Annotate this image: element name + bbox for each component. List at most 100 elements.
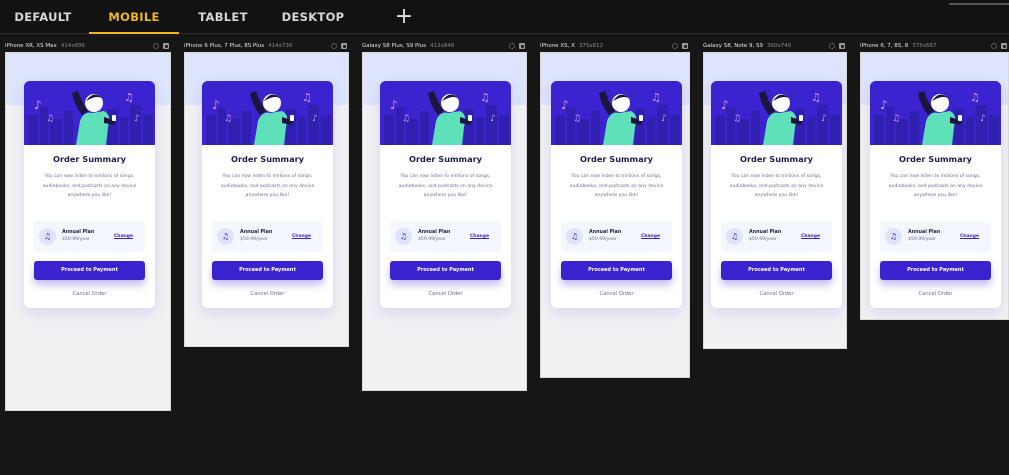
device-screen: ♪ ♫ ♫ ♪ Order Summary You can now listen… [184, 52, 349, 347]
order-summary-card: ♪ ♫ ♫ ♪ Order Summary You can now listen… [202, 81, 333, 308]
camera-icon[interactable] [341, 43, 347, 49]
device-size: 412x846 [430, 43, 455, 49]
proceed-to-payment-button[interactable]: Proceed to Payment [721, 261, 832, 280]
order-summary-card: ♪ ♫ ♫ ♪ Order Summary You can now listen… [551, 81, 682, 308]
plan-price: $59.99/year [62, 237, 90, 242]
camera-icon[interactable] [682, 43, 688, 49]
svg-text:♪: ♪ [312, 114, 318, 124]
change-plan-link[interactable]: Change [641, 234, 660, 239]
proceed-to-payment-button[interactable]: Proceed to Payment [390, 261, 501, 280]
device-screen: ♪ ♫ ♫ ♪ Order Summary You can now listen… [540, 52, 690, 378]
plan-name: Annual Plan [240, 230, 273, 235]
svg-text:♫: ♫ [302, 91, 312, 104]
plan-box: ♫ Annual Plan $59.99/year Change [34, 221, 145, 252]
gear-icon[interactable] [829, 43, 835, 49]
gear-icon[interactable] [331, 43, 337, 49]
device-header: Galaxy S8, Note 9, S9 360x740 [703, 43, 847, 52]
card-title: Order Summary [53, 154, 126, 164]
svg-text:♪: ♪ [980, 114, 986, 124]
music-note-icon: ♫ [566, 228, 583, 245]
plan-box: ♫ Annual Plan $59.99/year Change [561, 221, 672, 252]
cancel-order-button[interactable]: Cancel Order [870, 291, 1001, 297]
change-plan-link[interactable]: Change [801, 234, 820, 239]
cancel-order-button[interactable]: Cancel Order [202, 291, 333, 297]
card-title: Order Summary [580, 154, 653, 164]
proceed-to-payment-button[interactable]: Proceed to Payment [34, 261, 145, 280]
tab-mobile[interactable]: MOBILE [89, 0, 179, 34]
order-summary-card: ♪ ♫ ♫ ♪ Order Summary You can now listen… [711, 81, 842, 308]
svg-text:♫: ♫ [573, 114, 581, 124]
top-toolbar: DEFAULT MOBILE TABLET DESKTOP + [0, 0, 1009, 34]
svg-text:♪: ♪ [134, 114, 140, 124]
proceed-to-payment-button[interactable]: Proceed to Payment [212, 261, 323, 280]
card-title: Order Summary [231, 154, 304, 164]
svg-text:♪: ♪ [490, 114, 496, 124]
plan-price: $59.99/year [749, 237, 777, 242]
cancel-order-button[interactable]: Cancel Order [380, 291, 511, 297]
device-size: 414x896 [60, 43, 86, 49]
plan-name: Annual Plan [749, 230, 782, 235]
svg-text:♪: ♪ [34, 98, 42, 112]
device-screen: ♪ ♫ ♫ ♪ Order Summary You can now listen… [860, 52, 1009, 320]
device-header: iPhone 6, 7, 8S, 8 375x667 [860, 43, 1009, 52]
device-screen: ♪ ♫ ♫ ♪ Order Summary You can now listen… [362, 52, 527, 391]
device-size: 375x812 [578, 43, 604, 49]
change-plan-link[interactable]: Change [960, 234, 979, 239]
proceed-to-payment-button[interactable]: Proceed to Payment [561, 261, 672, 280]
gear-icon[interactable] [509, 43, 515, 49]
svg-text:♫: ♫ [480, 91, 490, 104]
device-name: Galaxy S8 Plus, S9 Plus [362, 43, 427, 49]
tab-desktop[interactable]: DESKTOP [278, 0, 348, 34]
card-description: You can now listen to millions of songs,… [569, 174, 664, 198]
card-description: You can now listen to millions of songs,… [729, 174, 824, 198]
camera-icon[interactable] [519, 43, 525, 49]
tab-default[interactable]: DEFAULT [10, 0, 76, 34]
camera-icon[interactable] [163, 43, 169, 49]
plan-price: $59.99/year [240, 237, 268, 242]
device-size: 414x736 [268, 43, 293, 49]
music-note-icon: ♫ [885, 228, 902, 245]
svg-text:♪: ♪ [721, 98, 729, 112]
svg-text:♪: ♪ [821, 114, 827, 124]
svg-text:♫: ♫ [733, 114, 741, 124]
cancel-order-button[interactable]: Cancel Order [24, 291, 155, 297]
plan-box: ♫ Annual Plan $59.99/year Change [390, 221, 501, 252]
plus-icon[interactable]: + [394, 6, 414, 28]
divider [949, 3, 1009, 5]
tab-tablet[interactable]: TABLET [192, 0, 254, 34]
proceed-to-payment-button[interactable]: Proceed to Payment [880, 261, 991, 280]
change-plan-link[interactable]: Change [292, 234, 311, 239]
device-size: 360x740 [767, 43, 792, 49]
device-preview-5: Galaxy S8, Note 9, S9 360x740 ♪ ♫ ♫ ♪ Or… [703, 43, 847, 349]
card-title: Order Summary [409, 154, 482, 164]
camera-icon[interactable] [1001, 43, 1007, 49]
change-plan-link[interactable]: Change [114, 234, 133, 239]
device-screen: ♪ ♫ ♫ ♪ Order Summary You can now listen… [703, 52, 847, 349]
svg-text:♪: ♪ [880, 98, 888, 112]
gear-icon[interactable] [991, 43, 997, 49]
camera-icon[interactable] [839, 43, 845, 49]
svg-text:♫: ♫ [224, 114, 232, 124]
device-preview-2: iPhone 6 Plus, 7 Plus, 8S Plus 414x736 ♪… [184, 43, 349, 347]
device-header: iPhone 6 Plus, 7 Plus, 8S Plus 414x736 [184, 43, 349, 52]
music-note-icon: ♫ [726, 228, 743, 245]
music-note-icon: ♫ [395, 228, 412, 245]
gear-icon[interactable] [672, 43, 678, 49]
change-plan-link[interactable]: Change [470, 234, 489, 239]
device-preview-1: iPhone XR, XS Max 414x896 ♪ ♫ ♫ ♪ Order … [5, 43, 171, 411]
device-screen: ♪ ♫ ♫ ♪ Order Summary You can now listen… [5, 52, 171, 411]
device-name: Galaxy S8, Note 9, S9 [703, 43, 764, 49]
device-preview-6: iPhone 6, 7, 8S, 8 375x667 ♪ ♫ ♫ ♪ Order… [860, 43, 1009, 320]
svg-text:♫: ♫ [46, 114, 54, 124]
plan-price: $59.99/year [589, 237, 617, 242]
device-name: iPhone XR, XS Max [5, 43, 57, 49]
card-description: You can now listen to millions of songs,… [220, 174, 315, 198]
gear-icon[interactable] [153, 43, 159, 49]
order-summary-card: ♪ ♫ ♫ ♪ Order Summary You can now listen… [870, 81, 1001, 308]
plan-price: $59.99/year [418, 237, 446, 242]
plan-name: Annual Plan [908, 230, 941, 235]
device-preview-4: iPhone XS, X 375x812 ♪ ♫ ♫ ♪ Order Summa… [540, 43, 690, 378]
svg-text:♪: ♪ [390, 98, 398, 112]
cancel-order-button[interactable]: Cancel Order [551, 291, 682, 297]
cancel-order-button[interactable]: Cancel Order [711, 291, 842, 297]
